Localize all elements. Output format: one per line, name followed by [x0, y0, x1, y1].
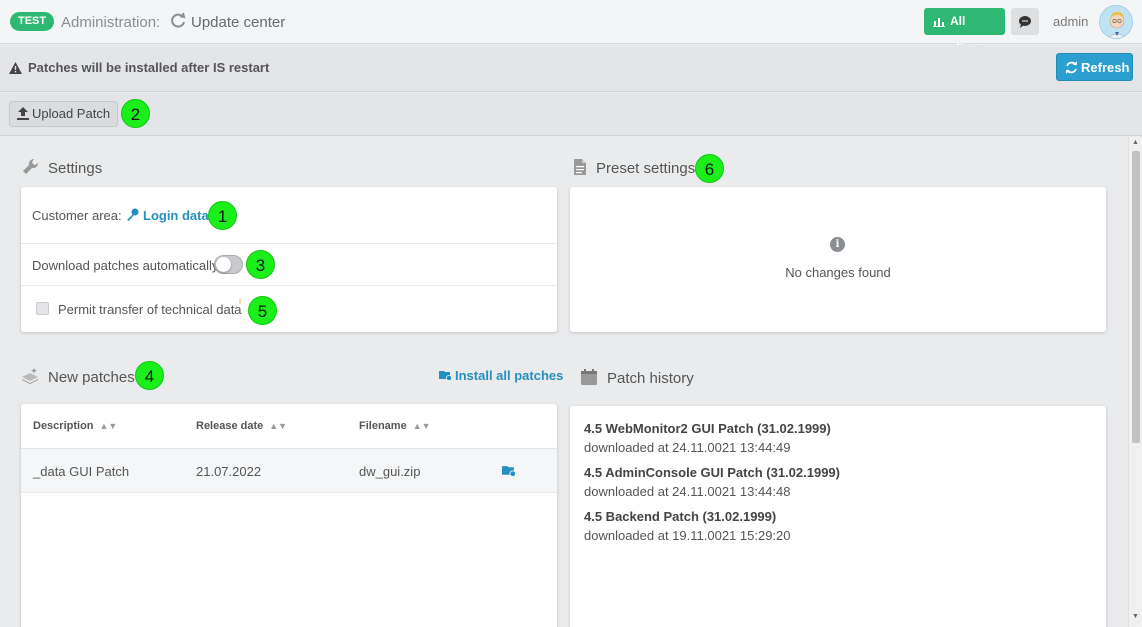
info-circle-icon: i: [830, 237, 845, 252]
auto-download-row: Download patches automatically: [21, 244, 557, 286]
layers-icon: [22, 368, 38, 384]
install-all-label: Install all patches: [455, 368, 564, 383]
history-item-title: 4.5 AdminConsole GUI Patch (31.02.1999): [584, 465, 840, 480]
login-data-link[interactable]: Login data: [143, 208, 209, 223]
cell-description: _data GUI Patch: [33, 464, 130, 479]
settings-title: Settings: [48, 160, 103, 177]
patch-history-title: Patch history: [607, 370, 694, 387]
sort-icon: ▲▼: [412, 421, 431, 431]
patch-history-card: 4.5 WebMonitor2 GUI Patch (31.02.1999) d…: [570, 406, 1106, 627]
marker-6: 6: [695, 154, 724, 183]
column-release-date-label: Release date: [196, 420, 264, 432]
permit-transfer-checkbox[interactable]: [36, 302, 49, 315]
upload-icon: [17, 107, 29, 120]
customer-area-row: Customer area: Login data: [21, 187, 557, 244]
user-avatar-icon: [1100, 6, 1132, 38]
table-row[interactable]: _data GUI Patch 21.07.2022 dw_gui.zip: [21, 449, 557, 493]
info-icon[interactable]: i: [239, 296, 241, 306]
page-title: Update center: [191, 14, 286, 31]
update-icon: [171, 12, 186, 28]
document-icon: [574, 159, 586, 175]
upload-patch-label: Upload Patch: [32, 106, 111, 121]
key-icon: [127, 208, 139, 221]
sort-icon: ▲▼: [269, 421, 288, 431]
refresh-label: Refresh: [1081, 60, 1130, 75]
preset-settings-title: Preset settings: [596, 160, 696, 177]
auto-download-toggle[interactable]: [214, 255, 243, 274]
preset-settings-card: i No changes found: [570, 187, 1106, 332]
preset-empty-text: No changes found: [785, 265, 891, 280]
new-patches-table: Description ▲▼ Release date ▲▼ Filename ▲▼ …: [21, 404, 557, 627]
environment-badge: TEST: [10, 12, 55, 31]
marker-2: 2: [121, 99, 150, 128]
chart-icon: [933, 18, 945, 27]
permit-transfer-row: Permit transfer of technical data i: [21, 286, 557, 332]
upload-toolbar: Upload Patch: [0, 93, 1142, 136]
all-clients-button[interactable]: All clients: [924, 8, 1005, 55]
install-all-patches-link[interactable]: Install all patches: [439, 368, 563, 383]
marker-3: 3: [246, 250, 275, 279]
page-scrollbar[interactable]: ▲ ▼: [1128, 137, 1142, 627]
cell-release-date: 21.07.2022: [196, 464, 262, 479]
install-icon: [439, 371, 452, 381]
history-item-title: 4.5 Backend Patch (31.02.1999): [584, 509, 777, 524]
warning-icon: [9, 62, 22, 74]
install-patch-icon[interactable]: [502, 465, 516, 477]
upload-patch-button[interactable]: Upload Patch: [9, 101, 118, 127]
scroll-down-icon[interactable]: ▼: [1132, 613, 1139, 620]
chat-button[interactable]: [1011, 8, 1039, 35]
marker-4: 4: [135, 361, 164, 390]
table-header: Description ▲▼ Release date ▲▼ Filename ▲▼: [21, 404, 557, 449]
column-release-date[interactable]: Release date ▲▼: [196, 420, 287, 432]
column-description-label: Description: [33, 420, 94, 432]
refresh-icon: [1066, 61, 1077, 74]
marker-1: 1: [208, 201, 237, 230]
new-patches-title: New patches: [48, 369, 135, 386]
cell-filename: dw_gui.zip: [359, 464, 421, 479]
history-item-date: downloaded at 19.11.0021 15:29:20: [584, 528, 791, 543]
history-item-date: downloaded at 24.11.0021 13:44:49: [584, 440, 791, 455]
wrench-icon: [23, 158, 39, 174]
auto-download-label: Download patches automatically: [32, 258, 219, 273]
user-name[interactable]: admin: [1053, 14, 1088, 29]
refresh-button[interactable]: Refresh: [1056, 53, 1133, 81]
permit-transfer-label: Permit transfer of technical data: [58, 302, 242, 317]
settings-card: Customer area: Login data Download patch…: [21, 187, 557, 332]
column-filename[interactable]: Filename ▲▼: [359, 420, 431, 432]
notice-bar: Patches will be installed after IS resta…: [0, 45, 1142, 92]
column-filename-label: Filename: [359, 420, 407, 432]
column-description[interactable]: Description ▲▼: [33, 420, 117, 432]
scroll-up-icon[interactable]: ▲: [1132, 139, 1139, 146]
toggle-knob: [216, 257, 231, 272]
history-item-title: 4.5 WebMonitor2 GUI Patch (31.02.1999): [584, 421, 831, 436]
sort-icon: ▲▼: [99, 421, 118, 431]
breadcrumb-administration[interactable]: Administration:: [61, 14, 160, 31]
history-item-date: downloaded at 24.11.0021 13:44:48: [584, 484, 791, 499]
avatar[interactable]: [1099, 5, 1133, 39]
customer-area-label: Customer area:: [32, 208, 122, 223]
calendar-icon: [581, 369, 597, 385]
scroll-thumb[interactable]: [1132, 151, 1140, 443]
notice-text: Patches will be installed after IS resta…: [28, 60, 270, 75]
top-bar: TEST Administration: Update center All c…: [0, 0, 1142, 55]
marker-5: 5: [248, 296, 277, 325]
chat-icon: [1019, 16, 1031, 28]
